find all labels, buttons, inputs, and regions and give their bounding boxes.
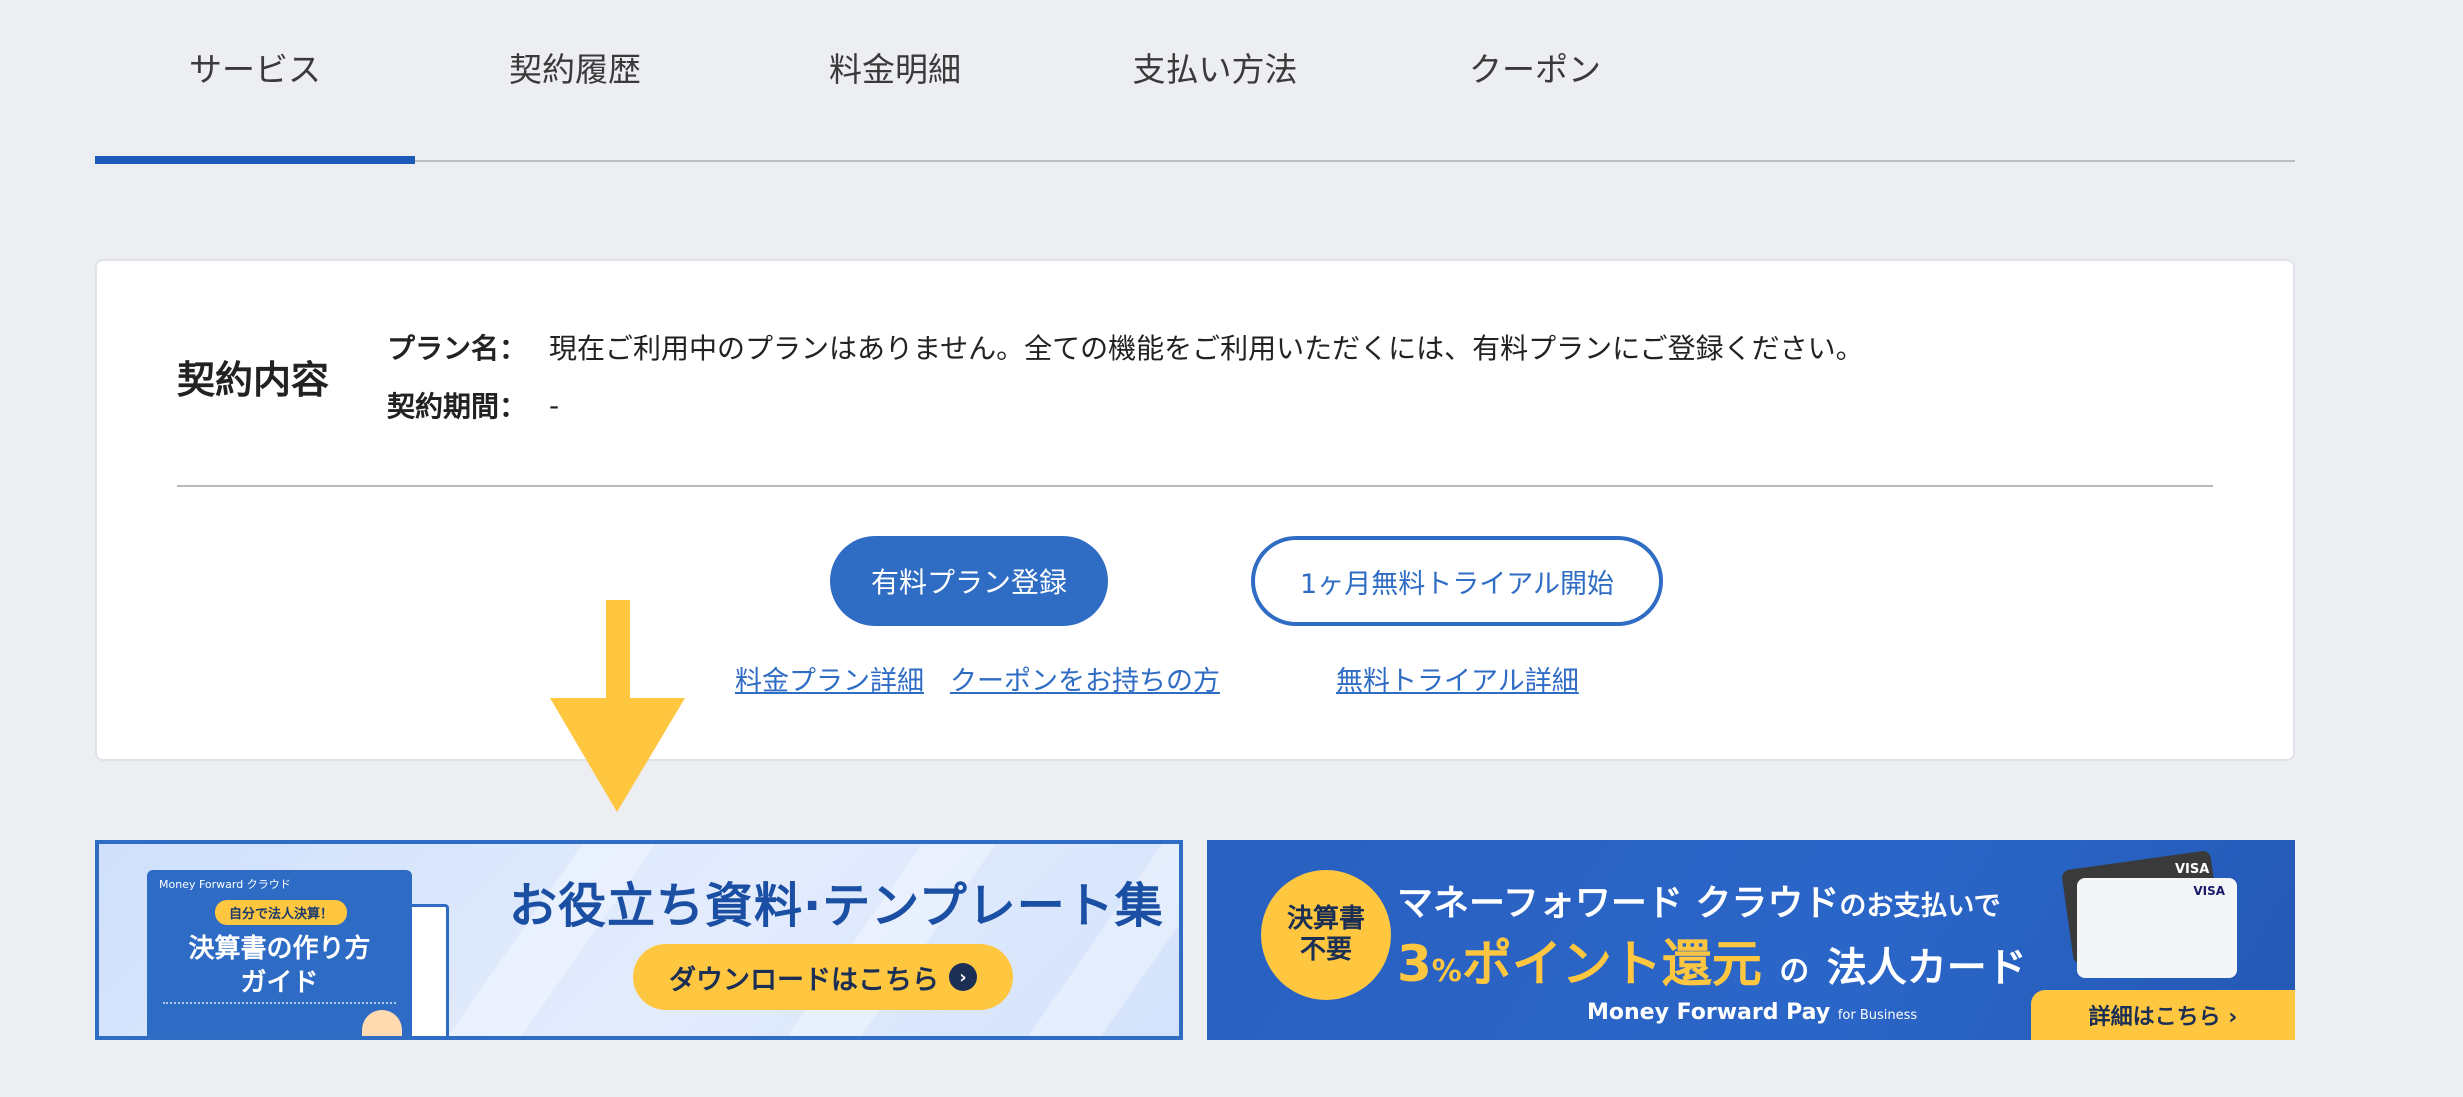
guide-book-image: Money Forward クラウド 自分で法人決算！ 決算書の作り方 ガイド bbox=[147, 870, 412, 1036]
no-statement-badge: 決算書 不要 bbox=[1261, 870, 1391, 1000]
corporate-card-label: 法人カード bbox=[1826, 945, 2027, 991]
brand-text: Money Forward クラウド bbox=[159, 878, 291, 891]
contract-title: 契約内容 bbox=[177, 358, 330, 402]
contract-card: 契約内容 プラン名： 現在ご利用中のプランはありません。全ての機能をご利用いただ… bbox=[95, 259, 2295, 761]
logo-text: Money Forward Pay bbox=[1587, 1000, 1831, 1025]
tab-billing-details[interactable]: 料金明細 bbox=[735, 0, 1055, 162]
badge-line: 決算書 bbox=[1286, 903, 1365, 934]
corporate-card-banner[interactable]: 決算書 不要 マネーフォワード クラウドのお支払いで 3%ポイント還元 の 法人… bbox=[1207, 840, 2295, 1040]
headline-suffix: のお支払いで bbox=[1839, 891, 2001, 922]
point-return-text: 3%ポイント還元 の 法人カード bbox=[1397, 924, 2027, 996]
period-label: 契約期間： bbox=[387, 390, 528, 423]
tab-coupon[interactable]: クーポン bbox=[1375, 0, 1695, 162]
free-trial-button[interactable]: 1ヶ月無料トライアル開始 bbox=[1251, 536, 1663, 626]
particle: の bbox=[1779, 954, 1810, 989]
paid-plan-button[interactable]: 有料プラン登録 bbox=[830, 536, 1108, 626]
point-label: ポイント還元 bbox=[1461, 935, 1762, 993]
visa-logo: VISA bbox=[2193, 884, 2225, 898]
headline-main: マネーフォワード クラウド bbox=[1397, 883, 1840, 924]
badge-line: 不要 bbox=[1299, 935, 1352, 965]
point-percent: % bbox=[1431, 954, 1462, 989]
tab-label: サービス bbox=[189, 50, 321, 89]
period-value: - bbox=[549, 388, 560, 422]
tab-label: 契約履歴 bbox=[509, 50, 641, 89]
trial-details-link[interactable]: 無料トライアル詳細 bbox=[1336, 659, 1579, 698]
person-illustration bbox=[362, 1010, 402, 1036]
plan-details-link[interactable]: 料金プラン詳細 bbox=[735, 659, 924, 698]
plan-row: プラン名： 現在ご利用中のプランはありません。全ての機能をご利用いただくには、有… bbox=[387, 327, 1864, 367]
coupon-link[interactable]: クーポンをお持ちの方 bbox=[950, 659, 1220, 698]
tab-bar: サービス 契約履歴 料金明細 支払い方法 クーポン bbox=[95, 0, 2295, 164]
plan-value: 現在ご利用中のプランはありません。全ての機能をご利用いただくには、有料プランにご… bbox=[549, 332, 1864, 365]
download-button[interactable]: ダウンロードはこちら › bbox=[633, 944, 1013, 1010]
money-forward-pay-logo: Money Forward Pay for Business bbox=[1587, 1000, 1917, 1025]
tab-contract-history[interactable]: 契約履歴 bbox=[415, 0, 735, 162]
down-arrow-icon bbox=[550, 600, 685, 812]
tab-label: クーポン bbox=[1469, 50, 1601, 89]
visa-logo: VISA bbox=[2175, 862, 2210, 877]
fine-print bbox=[163, 1002, 396, 1018]
tab-service[interactable]: サービス bbox=[95, 0, 415, 164]
book-subtitle: ガイド bbox=[240, 968, 319, 998]
divider bbox=[177, 485, 2213, 487]
book-title: 決算書の作り方 bbox=[188, 934, 371, 964]
templates-banner[interactable]: Money Forward クラウド 自分で法人決算！ 決算書の作り方 ガイド … bbox=[95, 840, 1183, 1040]
download-label: ダウンロードはこちら bbox=[669, 964, 939, 996]
book-pill: 自分で法人決算！ bbox=[215, 900, 348, 925]
templates-headline: お役立ち資料·テンプレート集 bbox=[509, 878, 1164, 934]
plan-label: プラン名： bbox=[387, 332, 528, 365]
tab-payment-method[interactable]: 支払い方法 bbox=[1055, 0, 1375, 162]
chevron-right-icon: › bbox=[949, 963, 977, 991]
card-details-button[interactable]: 詳細はこちら › bbox=[2031, 990, 2295, 1040]
tab-label: 支払い方法 bbox=[1132, 50, 1298, 89]
card-headline: マネーフォワード クラウドのお支払いで bbox=[1397, 874, 2001, 926]
logo-suffix: for Business bbox=[1837, 1008, 1918, 1023]
credit-card-image: VISA bbox=[2077, 878, 2237, 978]
point-number: 3 bbox=[1397, 935, 1432, 993]
tab-label: 料金明細 bbox=[829, 50, 961, 89]
period-row: 契約期間： - bbox=[387, 385, 559, 425]
